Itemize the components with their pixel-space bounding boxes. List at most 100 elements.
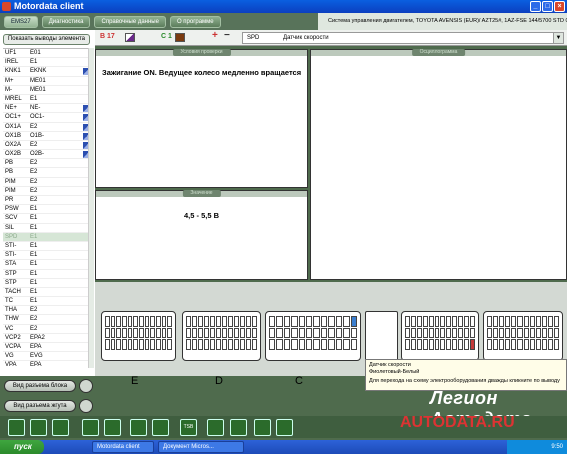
connector-pin[interactable] [222, 327, 227, 339]
connector-pin[interactable] [252, 316, 257, 327]
element-row[interactable]: IREL E1 [3, 58, 92, 68]
connector-pin[interactable] [283, 339, 291, 350]
connector-pin[interactable] [127, 316, 133, 327]
connector-pin[interactable] [192, 339, 197, 350]
connector-pin[interactable] [186, 316, 191, 327]
connector-pin[interactable] [138, 327, 144, 339]
connector-pin[interactable] [487, 339, 493, 350]
connector-pin[interactable] [240, 316, 245, 327]
connector-pin[interactable] [216, 339, 221, 350]
connector-pin[interactable] [328, 327, 335, 339]
connector-pin[interactable] [121, 327, 127, 339]
connector-pin[interactable] [428, 339, 434, 350]
connector-pin[interactable] [434, 316, 440, 327]
connector-pin[interactable] [216, 316, 221, 327]
connector-pin[interactable] [535, 339, 541, 350]
connector-pin[interactable] [440, 316, 446, 327]
settings-button[interactable] [254, 419, 271, 436]
connector-pin[interactable] [127, 327, 133, 339]
connector-pin[interactable] [320, 327, 328, 339]
connector-pin[interactable] [144, 327, 150, 339]
connector-pin[interactable] [121, 339, 127, 350]
scheme-button[interactable] [52, 419, 69, 436]
maximize-button[interactable]: □ [542, 1, 553, 12]
connector-pin[interactable] [283, 327, 291, 339]
connector-pin[interactable] [150, 339, 155, 350]
back-button[interactable] [8, 419, 25, 436]
connector-pin[interactable] [252, 327, 257, 339]
connector-pin[interactable] [553, 339, 559, 350]
connector-pin[interactable] [192, 316, 197, 327]
connector-pin[interactable] [541, 327, 547, 339]
connector-pin[interactable] [511, 327, 517, 339]
connector-pin[interactable] [246, 327, 251, 339]
connector-pin[interactable] [343, 339, 350, 350]
element-row[interactable]: STP E1 [3, 270, 92, 279]
harness-view-button[interactable]: Вид разъема жгута [4, 400, 76, 412]
connector-pin[interactable] [234, 316, 239, 327]
element-row[interactable]: VCP2 EPA2 [3, 334, 92, 343]
connector-pin[interactable] [350, 339, 357, 350]
connector-pin[interactable] [192, 327, 197, 339]
connector-pin[interactable] [511, 339, 517, 350]
connector-pin[interactable] [410, 339, 416, 350]
print-button[interactable] [207, 419, 224, 436]
connector-pin[interactable] [276, 327, 283, 339]
connector-pin[interactable] [167, 316, 172, 327]
home-button[interactable] [30, 419, 47, 436]
connector-pin[interactable] [547, 327, 553, 339]
connector-pin[interactable] [446, 339, 452, 350]
start-button[interactable]: пуск [0, 440, 44, 454]
connector-pin[interactable] [161, 327, 167, 339]
element-row[interactable]: NE+ NE- [3, 104, 92, 114]
connector-pin[interactable] [313, 327, 320, 339]
element-row[interactable]: STI- E1 [3, 242, 92, 252]
connector-pin[interactable] [291, 327, 298, 339]
connector-pin[interactable] [446, 327, 452, 339]
connector-pin[interactable] [464, 327, 470, 339]
connector-pin[interactable] [228, 327, 233, 339]
connector-pin[interactable] [269, 339, 276, 350]
tab-reference[interactable]: Справочные данные [94, 15, 166, 28]
connector-pin[interactable] [410, 327, 416, 339]
element-row[interactable]: PR E2 [3, 196, 92, 206]
connector-d[interactable] [182, 311, 261, 361]
connector-pin[interactable] [121, 316, 127, 327]
connector-pin[interactable] [306, 327, 313, 339]
element-row[interactable]: OX2A E2 [3, 141, 92, 151]
connector-pin[interactable] [493, 316, 499, 327]
connector-pin[interactable] [511, 316, 517, 327]
tab-diagnostics[interactable]: Диагностика [41, 15, 91, 28]
connector-pin[interactable] [499, 339, 505, 350]
element-row[interactable]: STP E1 [3, 279, 92, 288]
export-button[interactable] [230, 419, 247, 436]
connector-pin[interactable] [416, 327, 422, 339]
connector-pin[interactable] [155, 316, 161, 327]
connector-pin[interactable] [505, 327, 511, 339]
connector-pin[interactable] [422, 327, 428, 339]
element-row[interactable]: OX1B O1B- [3, 132, 92, 141]
connector-pin[interactable] [470, 316, 475, 327]
connector-pin[interactable] [517, 327, 523, 339]
connector-pin[interactable] [464, 339, 470, 350]
connector-pin[interactable] [529, 327, 535, 339]
connector-pin[interactable] [133, 339, 138, 350]
connector-pin[interactable] [470, 339, 475, 350]
connector-pin[interactable] [428, 316, 434, 327]
connector-pin[interactable] [523, 339, 529, 350]
list-scrollbar[interactable] [88, 48, 94, 368]
minus-icon[interactable]: − [224, 30, 230, 41]
connector-pin[interactable] [541, 339, 547, 350]
connector-pin[interactable] [291, 339, 298, 350]
connector-pin[interactable] [487, 327, 493, 339]
connector-pin[interactable] [269, 316, 276, 327]
close-button[interactable]: × [554, 1, 565, 12]
connector-pin[interactable] [144, 316, 150, 327]
connector-pin[interactable] [535, 327, 541, 339]
connector-pin[interactable] [499, 316, 505, 327]
element-row[interactable]: PIM E2 [3, 178, 92, 187]
connector-pin[interactable] [240, 327, 245, 339]
connector-b[interactable] [401, 311, 479, 361]
element-row[interactable]: MREL E1 [3, 95, 92, 105]
connector-pin[interactable] [167, 339, 172, 350]
